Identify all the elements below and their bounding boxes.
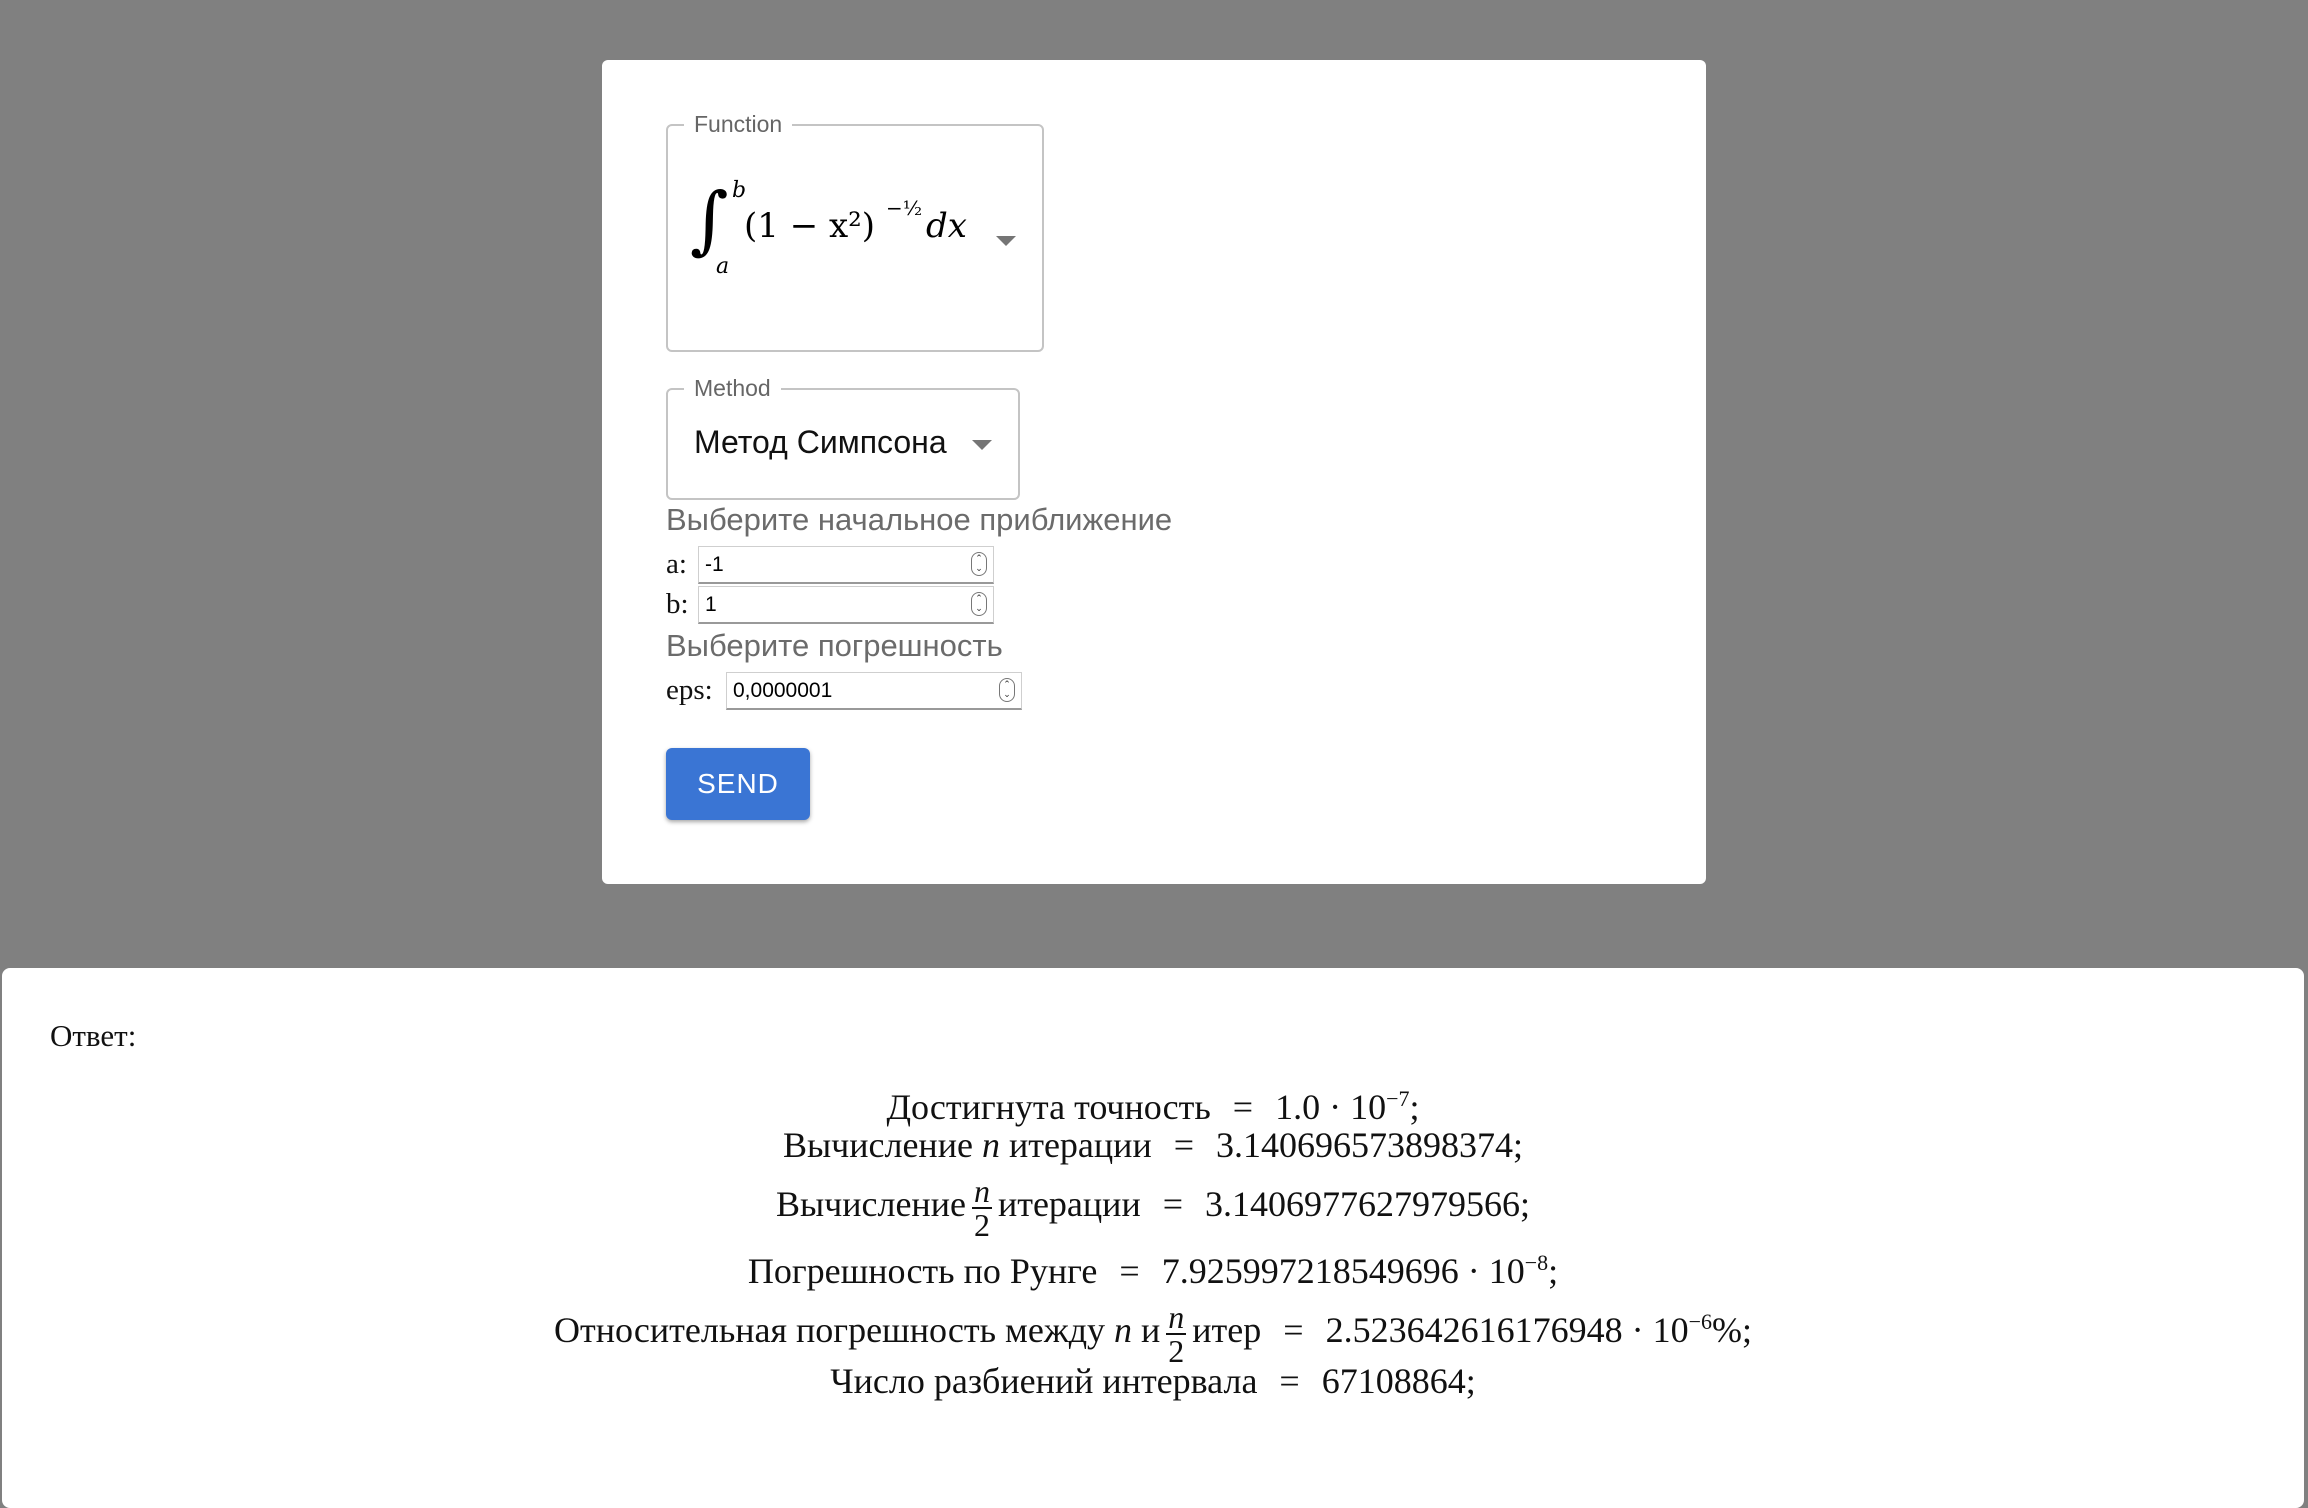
send-button[interactable]: SEND bbox=[666, 748, 810, 820]
integral-body: (1 − x²) bbox=[744, 206, 876, 246]
integral-upper-limit: b bbox=[732, 178, 747, 203]
a-input[interactable]: -1 ⌃ ⌄ bbox=[698, 546, 994, 584]
integral-dx: dx bbox=[926, 206, 967, 246]
integral-exponent: −½ bbox=[886, 196, 923, 220]
eps-input[interactable]: 0,0000001 ⌃ ⌄ bbox=[726, 672, 1022, 710]
eps-label: eps: bbox=[666, 674, 713, 706]
answer-n-iterations: Вычисление n итерации = 3.140696573898374; bbox=[782, 1125, 1524, 1165]
b-label: b: bbox=[666, 588, 689, 620]
eps-hint: Выберите погрешность bbox=[666, 628, 1003, 663]
spinner-icon[interactable]: ⌃ ⌄ bbox=[971, 592, 987, 616]
spinner-icon[interactable]: ⌃ ⌄ bbox=[999, 678, 1015, 702]
eps-value: 0,0000001 bbox=[733, 679, 833, 702]
function-expression: ∫ b a (1 − x²) −½ dx bbox=[690, 178, 990, 296]
b-value: 1 bbox=[705, 593, 717, 616]
answer-accuracy: Достигнута точность = 1.0 · 10−7; bbox=[886, 1086, 1420, 1127]
fraction: n2 bbox=[971, 1172, 992, 1243]
function-legend: Function bbox=[684, 108, 793, 140]
a-label: a: bbox=[666, 548, 687, 580]
fraction: n2 bbox=[1166, 1298, 1187, 1369]
b-input[interactable]: 1 ⌃ ⌄ bbox=[698, 586, 994, 624]
form-card: Function ∫ b a (1 − x²) −½ dx Method Мет… bbox=[602, 60, 1706, 884]
method-value: Метод Симпсона bbox=[694, 424, 947, 460]
a-value: -1 bbox=[705, 553, 724, 576]
chevron-down-icon bbox=[996, 236, 1016, 246]
integral-lower-limit: a bbox=[716, 254, 730, 279]
answer-title: Ответ: bbox=[50, 1018, 137, 1053]
method-select[interactable]: Method Метод Симпсона bbox=[666, 372, 1020, 500]
answer-relative-error: Относительная погрешность между n и n 2 ите… bbox=[554, 1298, 1752, 1369]
initial-approximation-hint: Выберите начальное приближение bbox=[666, 502, 1173, 537]
answer-n2-iterations: Вычисление n 2 итерации = 3.1406977627979566; bbox=[775, 1172, 1531, 1243]
chevron-down-icon bbox=[972, 440, 992, 450]
answer-list: Достигнута точность = 1.0 · 10−7; Вычислен… bbox=[2, 1076, 2304, 1404]
answer-card: Ответ: Достигнута точность = 1.0 · 10−7; В… bbox=[2, 968, 2304, 1508]
method-legend: Method bbox=[684, 372, 781, 404]
function-select[interactable]: Function ∫ b a (1 − x²) −½ dx bbox=[666, 108, 1044, 352]
answer-runge-error: Погрешность по Рунге = 7.925997218549696 ·… bbox=[747, 1250, 1559, 1291]
spinner-icon[interactable]: ⌃ ⌄ bbox=[971, 552, 987, 576]
integral-sign: ∫ bbox=[690, 177, 729, 263]
answer-partitions: Число разбиений интервала = 67108864; bbox=[830, 1361, 1476, 1401]
